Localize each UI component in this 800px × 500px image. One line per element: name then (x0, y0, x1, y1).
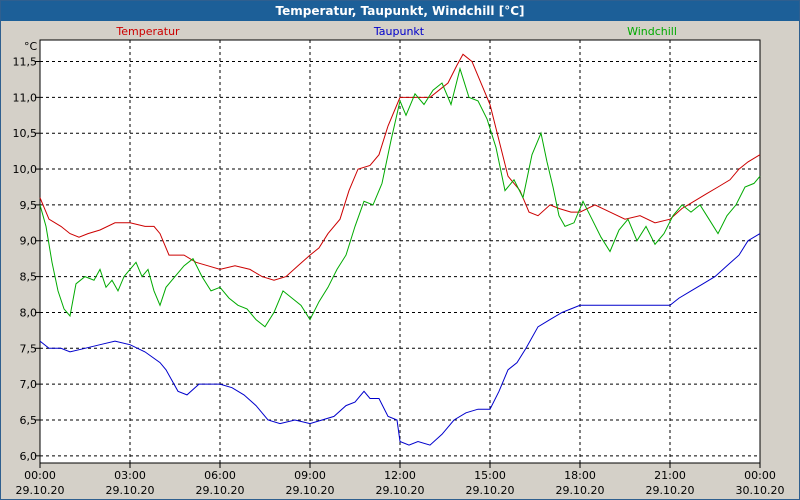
x-tick-date: 29.10.20 (376, 484, 425, 497)
x-axis: 00:00 29.10.20 03:00 29.10.20 06:00 29.10.20 0… (16, 463, 785, 497)
x-tick-time: 21:00 (654, 469, 686, 482)
y-tick-label: 7,0 (20, 378, 38, 391)
y-tick-label: 7,5 (20, 342, 38, 355)
line-chart: 6,0 6,5 7,0 7,5 8,0 8,5 9,0 9,5 10,0 10,5 11,0 11,5… (13, 25, 785, 497)
y-tick-label: 6,0 (20, 450, 38, 463)
x-tick-time: 00:00 (744, 469, 776, 482)
x-tick-date: 29.10.20 (16, 484, 65, 497)
legend-temperatur: Temperatur (115, 25, 180, 38)
legend-windchill: Windchill (627, 25, 677, 38)
x-tick-date: 29.10.20 (466, 484, 515, 497)
x-tick-time: 00:00 (24, 469, 56, 482)
x-tick-time: 12:00 (384, 469, 416, 482)
x-tick-time: 18:00 (564, 469, 596, 482)
y-tick-label: 11,0 (13, 91, 38, 104)
y-tick-label: 8,0 (20, 306, 38, 319)
y-tick-label: 11,5 (13, 56, 38, 69)
x-tick-date: 29.10.20 (106, 484, 155, 497)
y-tick-label: 8,5 (20, 271, 38, 284)
y-tick-label: 9,5 (20, 199, 38, 212)
y-tick-label: 6,5 (20, 414, 38, 427)
legend-taupunkt: Taupunkt (373, 25, 425, 38)
y-tick-label: 10,5 (13, 127, 38, 140)
y-tick-label: 10,0 (13, 163, 38, 176)
x-tick-date: 29.10.20 (556, 484, 605, 497)
x-tick-date: 29.10.20 (196, 484, 245, 497)
y-axis: 6,0 6,5 7,0 7,5 8,0 8,5 9,0 9,5 10,0 10,5 11,0 11,5 (13, 56, 40, 463)
x-tick-date: 29.10.20 (286, 484, 335, 497)
x-tick-time: 03:00 (114, 469, 146, 482)
x-tick-date: 30.10.20 (736, 484, 785, 497)
x-tick-time: 15:00 (474, 469, 506, 482)
y-tick-label: 9,0 (20, 235, 38, 248)
x-tick-time: 09:00 (294, 469, 326, 482)
x-tick-time: 06:00 (204, 469, 236, 482)
x-tick-date: 29.10.20 (646, 484, 695, 497)
y-axis-label: °C (24, 40, 38, 53)
